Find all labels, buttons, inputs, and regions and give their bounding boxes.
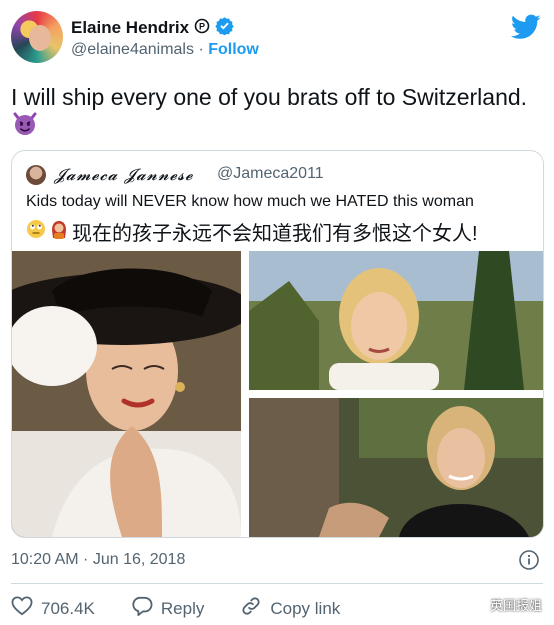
reply-bubble-icon: [131, 596, 153, 621]
watermark: 英国报姐: [464, 594, 542, 615]
separator-dot: ·: [198, 41, 204, 58]
like-button[interactable]: 706.4K: [11, 596, 95, 621]
tweet-text: I will ship every one of you brats off t…: [11, 84, 528, 110]
like-count: 706.4K: [41, 598, 95, 618]
quoted-tweet[interactable]: 𝓙𝓪𝓶𝓮𝓬𝓪 𝓙𝓪𝓷𝓷𝓮𝓼𝓮 @Jameca2011 Kids today wi…: [11, 150, 544, 538]
verified-badge-icon: [215, 16, 234, 40]
follow-button[interactable]: Follow: [208, 41, 259, 58]
copy-link-label: Copy link: [270, 598, 341, 618]
author-name-row: Elaine Hendrix P: [71, 16, 234, 40]
author-sub-row: @elaine4animals · Follow: [71, 41, 259, 59]
media-photo-1[interactable]: [12, 251, 241, 537]
rolling-eyes-emoji-icon: [26, 219, 46, 245]
provisional-badge-icon: P: [194, 18, 210, 39]
quoted-avatar[interactable]: [26, 165, 46, 185]
red-hair-person-emoji-icon: [49, 219, 69, 245]
reply-label: Reply: [160, 598, 205, 618]
avatar-face: [29, 25, 51, 51]
divider: [11, 583, 543, 584]
tweet-timestamp[interactable]: 10:20 AM · Jun 16, 2018: [11, 551, 185, 569]
quoted-text-cn-row: 现在的孩子永远不会知道我们有多恨这个女人!: [26, 217, 478, 246]
media-photo-3[interactable]: [249, 398, 543, 537]
quoted-text: Kids today will NEVER know how much we H…: [26, 193, 474, 210]
quoted-media-grid: [12, 251, 543, 537]
watermark-text: 英国报姐: [489, 598, 542, 613]
author-name[interactable]: Elaine Hendrix: [71, 18, 189, 38]
twitter-bird-icon[interactable]: [510, 14, 541, 45]
media-photo-2[interactable]: [249, 251, 543, 390]
author-avatar[interactable]: [11, 11, 63, 63]
wechat-icon: [464, 594, 486, 615]
quoted-text-cn: 现在的孩子永远不会知道我们有多恨这个女人!: [72, 223, 478, 245]
svg-text:P: P: [199, 21, 205, 31]
link-icon: [240, 595, 262, 622]
author-handle[interactable]: @elaine4animals: [71, 41, 194, 58]
reply-button[interactable]: Reply: [131, 596, 204, 621]
smiling-devil-emoji-icon: [12, 110, 38, 136]
quoted-author-handle: @Jameca2011: [217, 165, 324, 182]
tweet-actions: 706.4K Reply Copy link: [11, 595, 376, 622]
heart-icon: [11, 596, 33, 621]
copy-link-button[interactable]: Copy link: [240, 595, 340, 622]
info-icon[interactable]: [518, 549, 540, 576]
quoted-author-name: 𝓙𝓪𝓶𝓮𝓬𝓪 𝓙𝓪𝓷𝓷𝓮𝓼𝓮: [54, 165, 194, 184]
